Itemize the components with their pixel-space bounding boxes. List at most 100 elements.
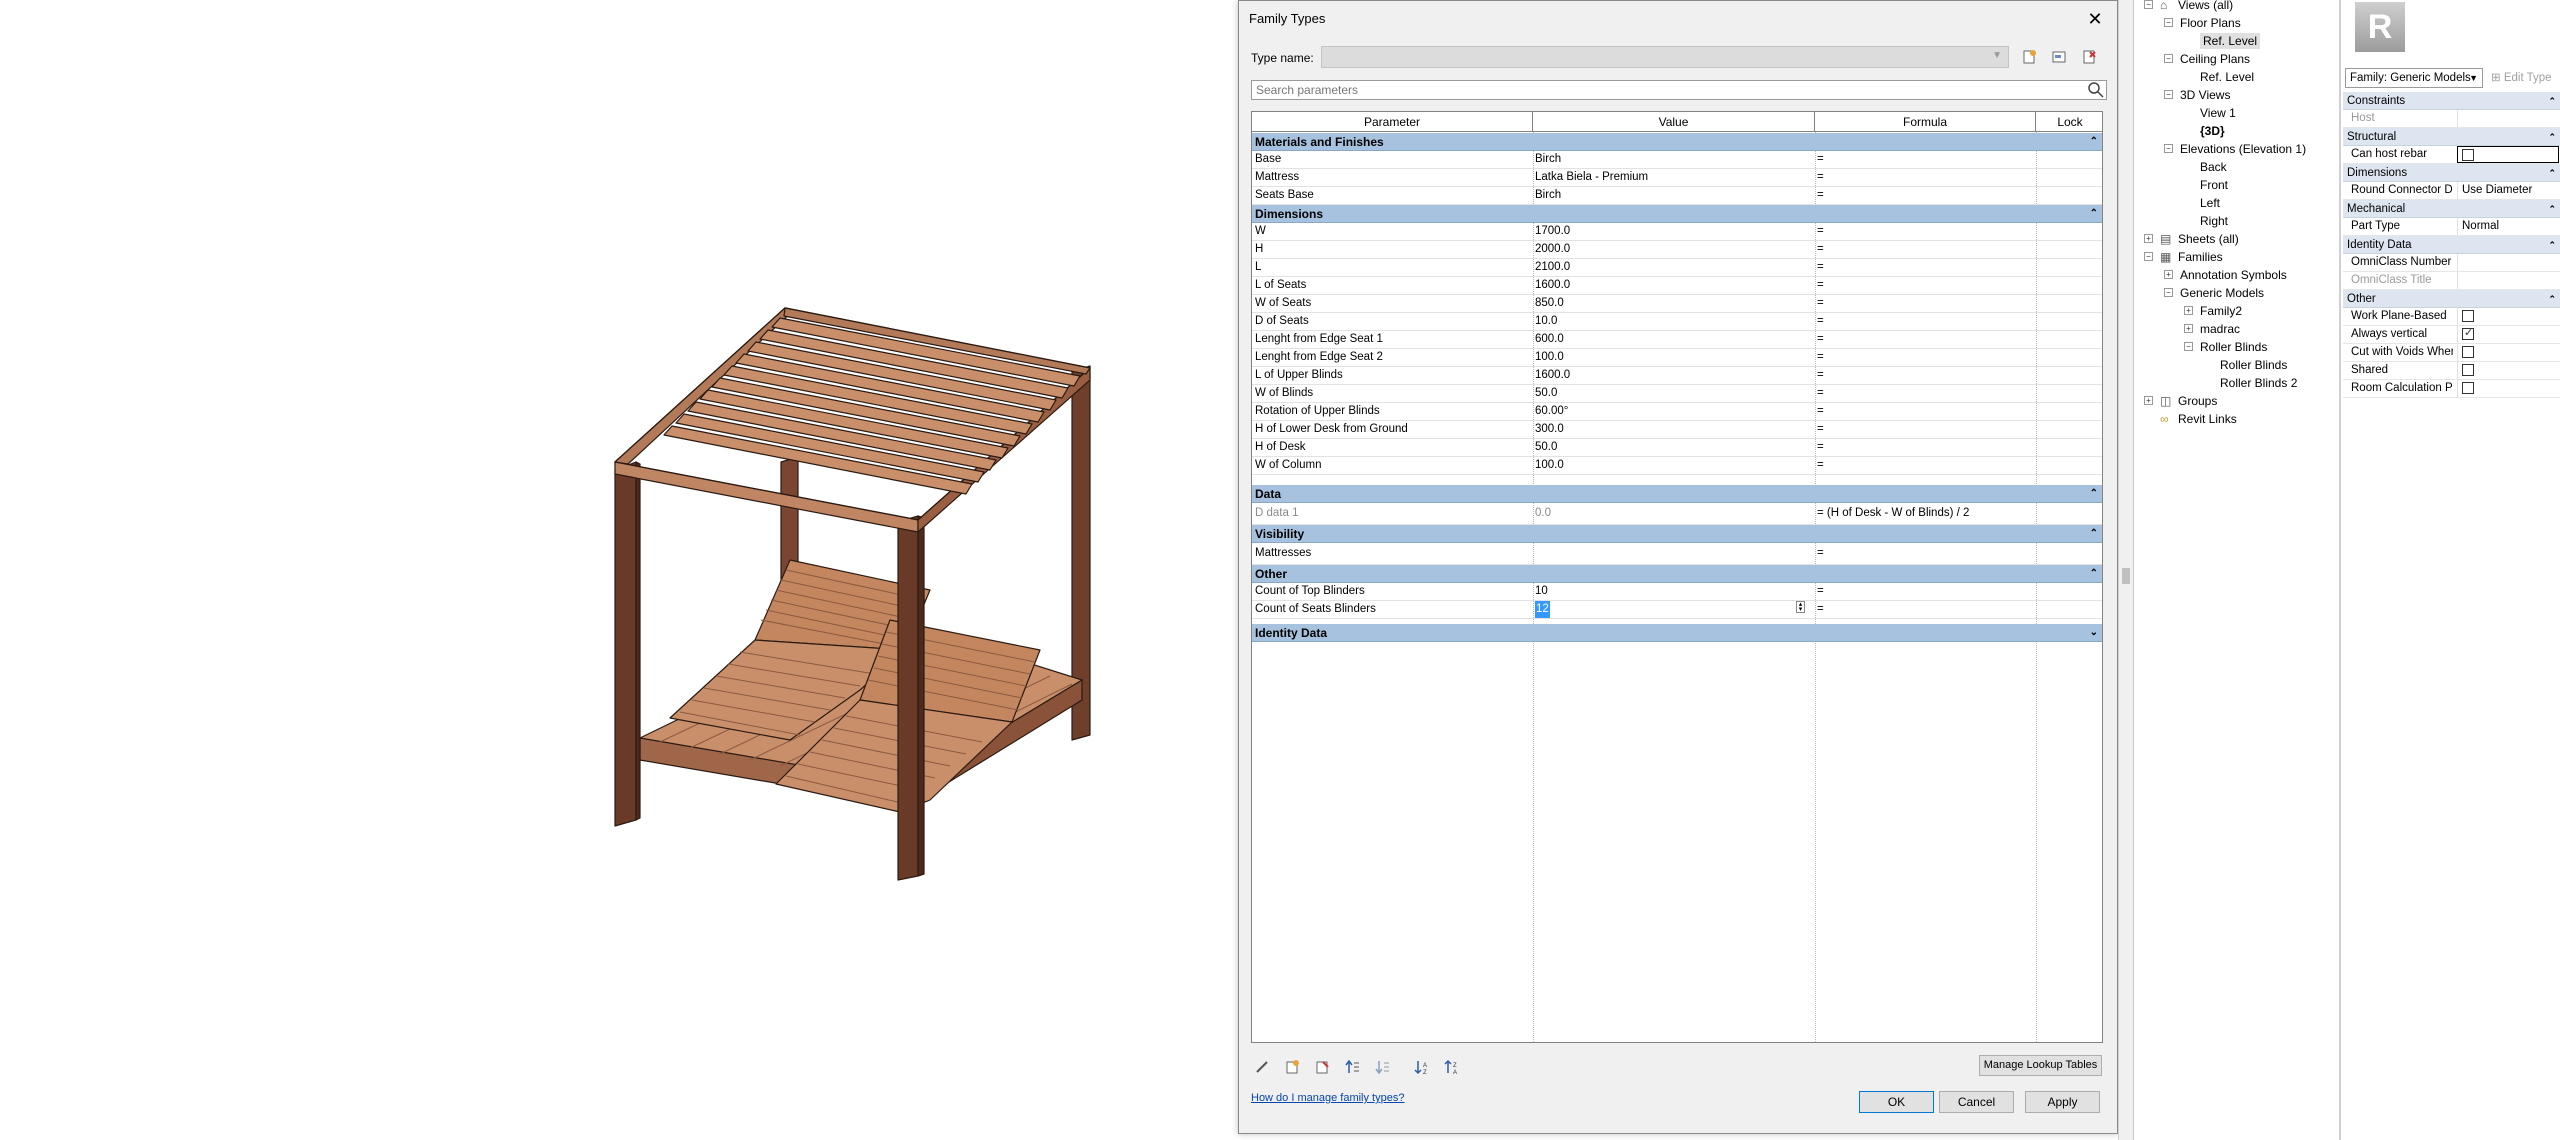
tree-item[interactable]: + ▤ Sheets (all) — [2134, 231, 2340, 247]
group-dimensions[interactable]: Dimensions ⌃ — [2343, 164, 2560, 182]
tree-item[interactable]: − Roller Blinds — [2134, 339, 2340, 355]
type-selector[interactable]: Family: Generic Models ▼ — [2345, 68, 2483, 88]
param-formula[interactable]: = — [1817, 295, 2033, 312]
property-row[interactable]: Part Type Normal — [2343, 218, 2560, 236]
param-value[interactable]: 50.0 — [1535, 385, 1811, 402]
param-value[interactable]: 300.0 — [1535, 421, 1811, 438]
type-name-dropdown[interactable]: ▼ — [1321, 46, 2009, 68]
param-formula[interactable]: = — [1817, 259, 2033, 276]
group-identity-data[interactable]: Identity Data ⌄ — [1252, 624, 2102, 642]
param-formula[interactable]: = — [1817, 241, 2033, 258]
manage-lookup-tables-button[interactable]: Manage Lookup Tables — [1979, 1055, 2102, 1076]
param-formula[interactable]: = — [1817, 421, 2033, 438]
delete-parameter-button[interactable] — [1311, 1056, 1333, 1078]
group-other[interactable]: Other ⌃ — [1252, 565, 2102, 583]
table-row[interactable]: Lenght from Edge Seat 2 100.0 = — [1252, 349, 2102, 367]
property-value[interactable]: ✓ — [2457, 326, 2559, 343]
column-header-value[interactable]: Value — [1533, 112, 1815, 132]
property-value[interactable] — [2457, 380, 2559, 397]
param-formula[interactable]: = — [1817, 313, 2033, 330]
param-formula[interactable]: = — [1817, 277, 2033, 294]
param-formula[interactable]: = — [1817, 543, 2033, 564]
param-value[interactable]: 600.0 — [1535, 331, 1811, 348]
group-other[interactable]: Other ⌃ — [2343, 290, 2560, 308]
table-row[interactable]: Seats Base Birch = — [1252, 187, 2102, 205]
property-value[interactable] — [2457, 344, 2559, 361]
collapse-icon[interactable]: ⌃ — [2548, 164, 2556, 182]
param-value[interactable]: 50.0 — [1535, 439, 1811, 456]
property-value[interactable]: Normal — [2457, 218, 2559, 235]
tree-item[interactable]: View 1 — [2134, 105, 2340, 121]
table-row[interactable]: Rotation of Upper Blinds 60.00° = — [1252, 403, 2102, 421]
param-formula[interactable]: = (H of Desk - W of Blinds) / 2 — [1817, 503, 2033, 524]
ok-button[interactable]: OK — [1859, 1091, 1934, 1113]
table-row[interactable]: Count of Top Blinders 10 = — [1252, 583, 2102, 601]
tree-item[interactable]: Left — [2134, 195, 2340, 211]
param-value[interactable]: 1600.0 — [1535, 367, 1811, 384]
table-row[interactable]: Count of Seats Blinders 12 ▴ ▾ = — [1252, 601, 2102, 619]
collapse-icon[interactable]: ⌃ — [2548, 128, 2556, 146]
apply-button[interactable]: Apply — [2025, 1091, 2100, 1113]
rename-type-button[interactable] — [2049, 47, 2069, 67]
table-row[interactable]: Mattresses = — [1252, 543, 2102, 565]
collapse-icon[interactable]: ⌃ — [2548, 200, 2556, 218]
3d-viewport[interactable] — [0, 0, 1238, 1140]
param-value[interactable]: 10 — [1535, 583, 1811, 600]
tree-item[interactable]: + Annotation Symbols — [2134, 267, 2340, 283]
param-formula[interactable]: = — [1817, 583, 2033, 600]
collapse-icon[interactable]: − — [2164, 90, 2173, 99]
edit-type-button[interactable]: ⊞ Edit Type — [2487, 68, 2557, 88]
param-formula[interactable]: = — [1817, 403, 2033, 420]
collapse-icon[interactable]: ⌃ — [2090, 565, 2098, 583]
collapse-icon[interactable]: ⌃ — [2090, 525, 2098, 543]
tree-item[interactable]: − Floor Plans — [2134, 15, 2340, 31]
sort-descending-button[interactable]: ZA — [1441, 1056, 1463, 1078]
collapse-icon[interactable]: ⌃ — [2548, 290, 2556, 308]
move-down-button[interactable] — [1371, 1056, 1393, 1078]
property-row[interactable]: OmniClass Number — [2343, 254, 2560, 272]
sort-ascending-button[interactable]: AZ — [1411, 1056, 1433, 1078]
table-row[interactable]: Base Birch = — [1252, 151, 2102, 169]
tree-item[interactable]: − ▦ Families — [2134, 249, 2340, 265]
table-row[interactable]: H of Lower Desk from Ground 300.0 = — [1252, 421, 2102, 439]
collapse-icon[interactable]: − — [2144, 252, 2153, 261]
param-value[interactable]: 1700.0 — [1535, 223, 1811, 240]
group-mechanical[interactable]: Mechanical ⌃ — [2343, 200, 2560, 218]
param-formula[interactable]: = — [1817, 331, 2033, 348]
table-row[interactable]: D of Seats 10.0 = — [1252, 313, 2102, 331]
property-value[interactable]: Use Diameter — [2457, 182, 2559, 199]
property-row[interactable]: Always vertical ✓ — [2343, 326, 2560, 344]
scrollbar[interactable] — [2118, 0, 2133, 1140]
property-row[interactable]: OmniClass Title — [2343, 272, 2560, 290]
cancel-button[interactable]: Cancel — [1939, 1091, 2014, 1113]
selected-value-text[interactable]: 12 — [1535, 601, 1550, 618]
table-row[interactable]: H 2000.0 = — [1252, 241, 2102, 259]
table-row[interactable]: W of Column 100.0 = — [1252, 457, 2102, 475]
param-value[interactable]: 10.0 — [1535, 313, 1811, 330]
property-row[interactable]: Shared — [2343, 362, 2560, 380]
table-row[interactable]: W of Blinds 50.0 = — [1252, 385, 2102, 403]
tree-item[interactable]: Back — [2134, 159, 2340, 175]
expand-icon[interactable]: + — [2184, 324, 2193, 333]
tree-item[interactable]: Front — [2134, 177, 2340, 193]
collapse-icon[interactable]: ⌃ — [2548, 236, 2556, 254]
tree-item[interactable]: − Generic Models — [2134, 285, 2340, 301]
param-formula[interactable]: = — [1817, 601, 2033, 618]
expand-icon[interactable]: + — [2144, 396, 2153, 405]
param-value[interactable]: Birch — [1535, 151, 1811, 168]
param-formula[interactable]: = — [1817, 151, 2033, 168]
cut-with-voids-checkbox[interactable] — [2462, 346, 2474, 358]
property-value[interactable] — [2457, 362, 2559, 379]
new-parameter-button[interactable] — [1281, 1056, 1303, 1078]
collapse-icon[interactable]: ⌃ — [2090, 205, 2098, 223]
property-row[interactable]: Round Connector Dimension Use Diameter — [2343, 182, 2560, 200]
table-row[interactable]: L 2100.0 = — [1252, 259, 2102, 277]
tree-item[interactable]: − ⌂ Views (all) — [2134, 0, 2340, 13]
group-data[interactable]: Data ⌃ — [1252, 485, 2102, 503]
group-identity-data[interactable]: Identity Data ⌃ — [2343, 236, 2560, 254]
collapse-icon[interactable]: − — [2164, 54, 2173, 63]
table-row[interactable]: L of Upper Blinds 1600.0 = — [1252, 367, 2102, 385]
collapse-icon[interactable]: ⌃ — [2090, 133, 2098, 151]
column-header-parameter[interactable]: Parameter — [1252, 112, 1533, 132]
tree-item[interactable]: Roller Blinds 2 — [2134, 375, 2340, 391]
